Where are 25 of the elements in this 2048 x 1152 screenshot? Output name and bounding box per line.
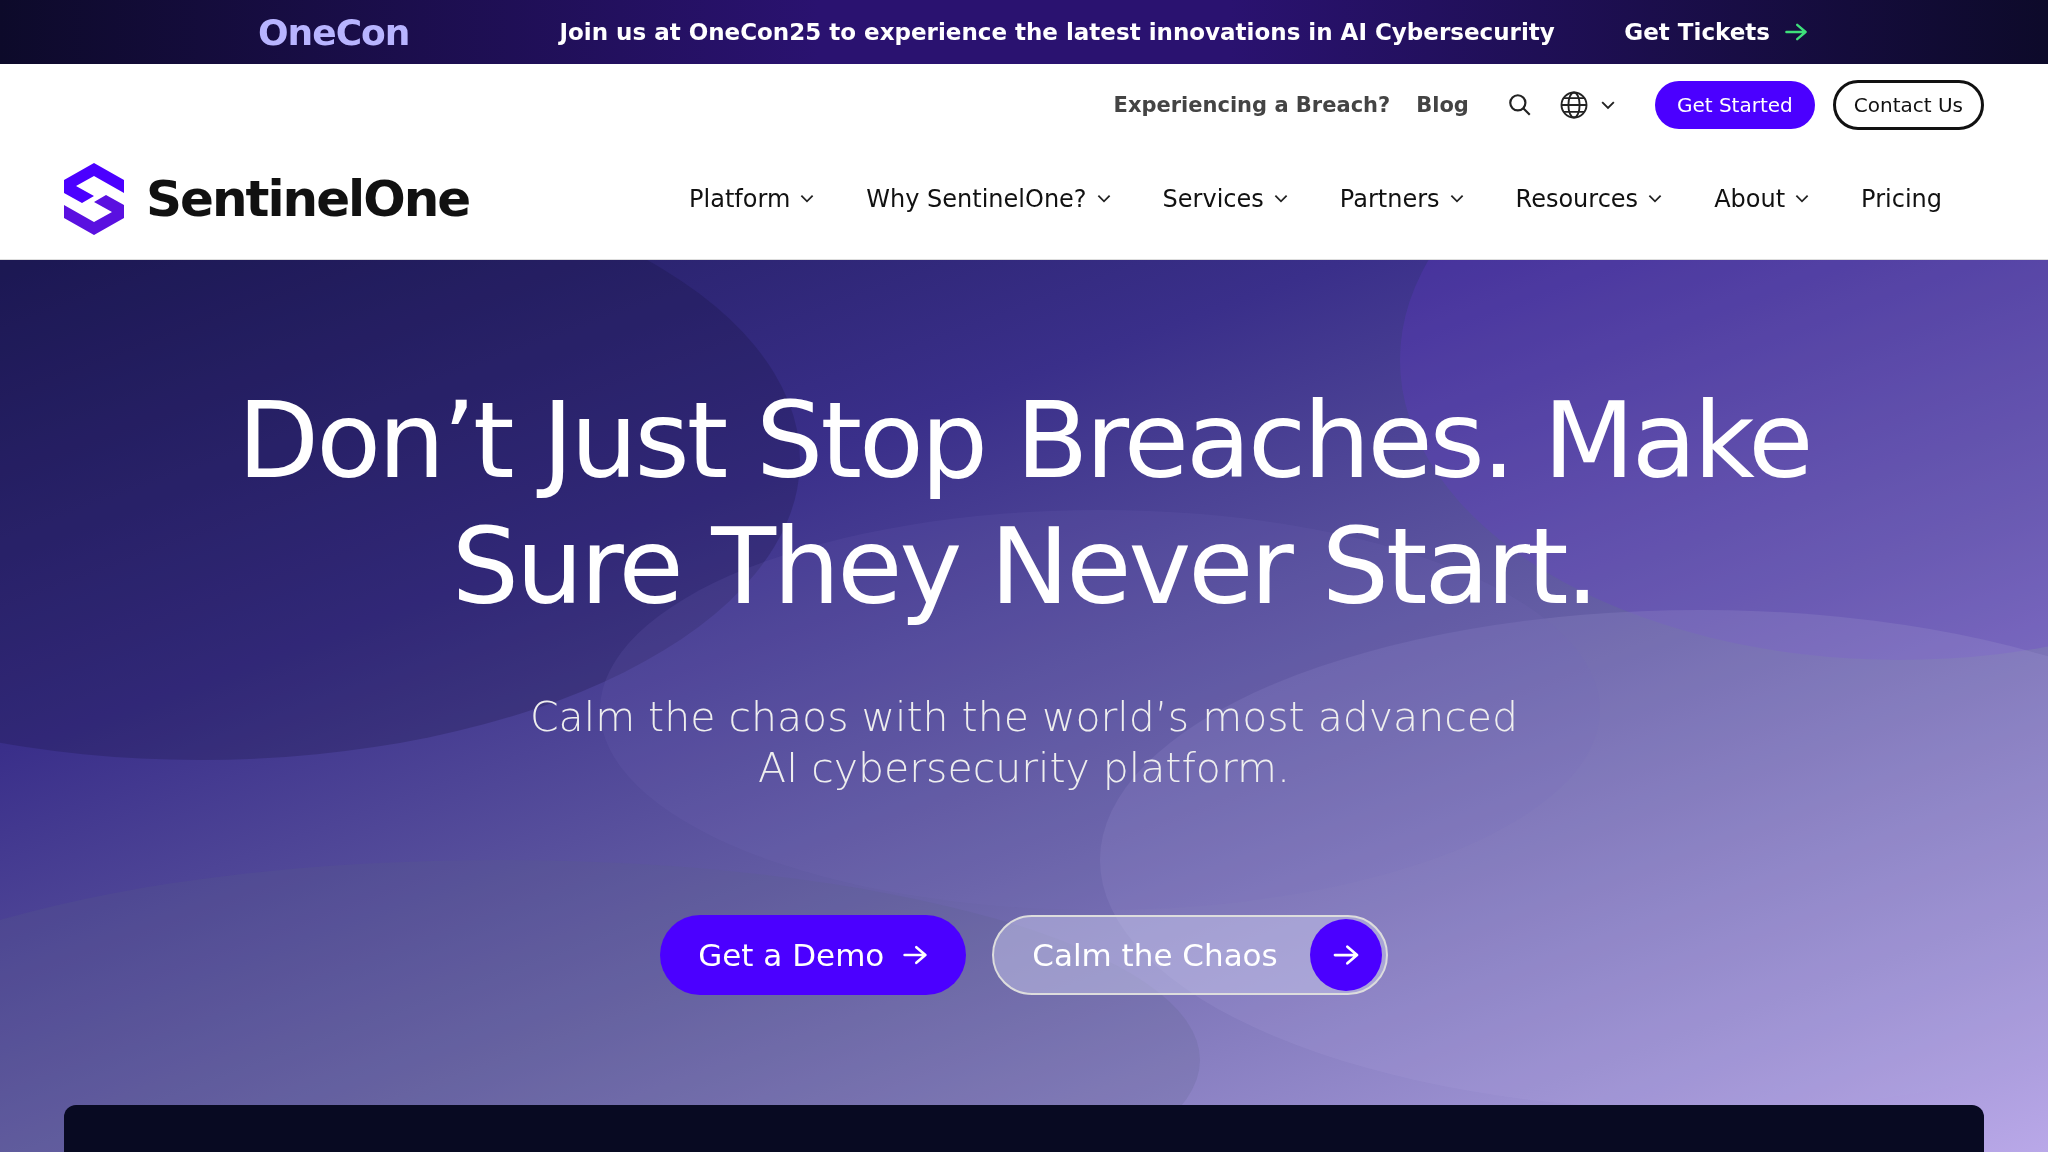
contact-button[interactable]: Contact Us xyxy=(1832,80,1984,130)
globe-icon[interactable] xyxy=(1558,90,1589,120)
arrow-icon xyxy=(902,944,929,966)
get-started-button[interactable]: Get Started xyxy=(1654,81,1815,129)
search-icon[interactable] xyxy=(1506,92,1533,118)
utility-link[interactable]: Blog xyxy=(1416,93,1469,117)
brand-name[interactable]: SentinelOne xyxy=(146,169,470,228)
nav-item[interactable]: Platform xyxy=(689,184,815,213)
announcement-text: Join us at OneCon25 to experience the latest innovations in AI Cybersecurity xyxy=(559,19,1555,45)
nav-item[interactable]: About xyxy=(1714,184,1810,213)
arrow-icon xyxy=(1784,22,1808,42)
utility-link[interactable]: Experiencing a Breach? xyxy=(1113,93,1391,117)
nav-item[interactable]: Why SentinelOne? xyxy=(866,184,1111,213)
logo-icon[interactable] xyxy=(64,162,124,235)
nav-item[interactable]: Resources xyxy=(1515,184,1663,213)
nav-item[interactable]: Partners xyxy=(1339,184,1464,213)
hero-headline: Don’t Just Stop Breaches. Make Sure They Never Start. xyxy=(236,378,1812,630)
event-logo[interactable]: OneCon xyxy=(258,11,410,53)
demo-button[interactable]: Get a Demo xyxy=(660,915,967,995)
hero-subtitle: Calm the chaos with the world’s most advanced AI cybersecurity platform. xyxy=(529,692,1519,794)
nav-item[interactable]: Services xyxy=(1162,184,1288,213)
chevron-icon[interactable] xyxy=(1600,100,1615,110)
tickets-link[interactable]: Get Tickets xyxy=(1624,19,1808,45)
arrow-icon xyxy=(1331,944,1360,966)
nav-item[interactable]: Pricing xyxy=(1861,184,1942,213)
